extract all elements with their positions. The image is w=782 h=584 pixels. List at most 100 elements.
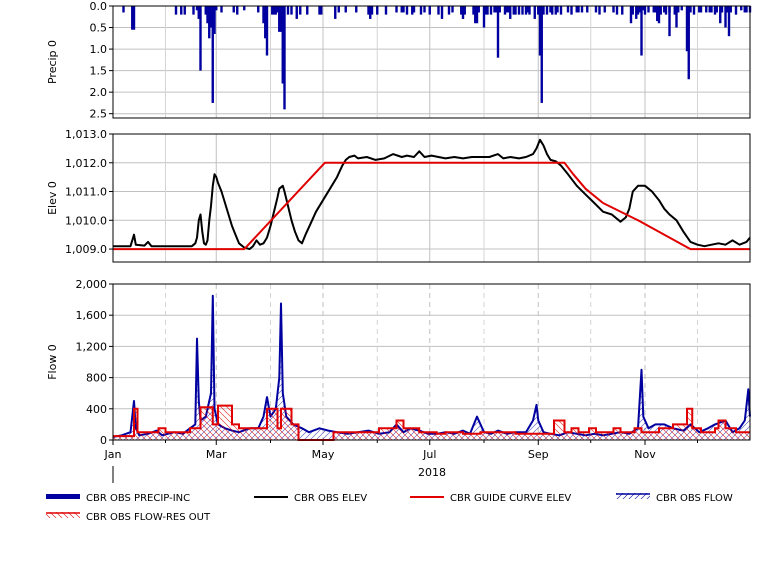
precip-bar <box>621 6 624 15</box>
precip-bar <box>419 6 423 15</box>
panel-flow: 0 400 800 1,200 1,600 2,000 Flow 0 <box>46 278 751 447</box>
precip-bar <box>192 6 195 15</box>
precip-bar <box>643 6 647 15</box>
precip-bar <box>412 6 416 13</box>
precip-bar <box>428 6 431 15</box>
y-tick-label: 1.0 <box>90 43 108 56</box>
precip-bar <box>743 6 746 13</box>
legend-swatch <box>46 494 80 499</box>
precip-bar <box>640 6 643 56</box>
precip-bar <box>687 6 690 80</box>
y-tick-label: 1,009.0 <box>65 243 107 256</box>
precip-bar <box>220 6 223 13</box>
precip-bar <box>122 6 125 13</box>
precip-bar <box>647 6 650 13</box>
precip-bar <box>295 6 298 19</box>
precip-bar <box>719 6 722 24</box>
x-tick-label: Jul <box>422 448 436 461</box>
precip-bar <box>580 6 584 13</box>
y-tick-label: 1,011.0 <box>65 186 107 199</box>
precip-bar <box>402 6 405 13</box>
x-tick-label: Nov <box>634 448 656 461</box>
y-tick-label: 400 <box>86 403 107 416</box>
precip-bar <box>299 6 302 15</box>
precip-bar <box>489 6 493 15</box>
precip-bar <box>498 6 501 13</box>
precip-bar <box>629 6 633 24</box>
precip-bar <box>440 6 444 19</box>
precip-bar <box>265 6 269 56</box>
y-tick-label: 1,013.0 <box>65 128 107 141</box>
legend-label: CBR OBS FLOW <box>656 493 733 504</box>
legend-label: CBR GUIDE CURVE ELEV <box>450 493 571 504</box>
y-tick-label: 2.5 <box>90 108 108 121</box>
precip-bar <box>575 6 578 13</box>
precip-bar <box>570 6 573 15</box>
precip-bar <box>549 6 552 13</box>
y-tick-label: 2,000 <box>76 278 108 291</box>
precip-bar <box>524 6 528 15</box>
precip-bar <box>290 6 293 15</box>
y-tick-label: 0.5 <box>90 22 108 35</box>
precip-bar <box>734 6 738 15</box>
x-tick-label: May <box>312 448 335 461</box>
precip-bar <box>451 6 454 13</box>
precip-bar <box>659 6 662 15</box>
precip-bar <box>243 6 246 11</box>
precip-bar <box>509 6 512 19</box>
y-tick-label: 0 <box>100 434 107 447</box>
precip-bar <box>603 6 606 13</box>
precip-bar <box>337 6 340 13</box>
precip-bar <box>334 6 337 19</box>
precip-bar <box>320 6 323 15</box>
precip-bar <box>715 6 718 13</box>
x-year-label: 2018 <box>418 466 446 479</box>
precip-bar <box>496 6 500 58</box>
precip-bar <box>594 6 598 13</box>
precip-bar <box>533 6 536 19</box>
legend-item: CBR GUIDE CURVE ELEV <box>410 493 571 504</box>
precip-bar <box>405 6 409 15</box>
precip-bar <box>376 6 379 15</box>
precip-bar <box>344 6 347 13</box>
precip-bar <box>355 6 358 13</box>
precip-bar <box>486 6 489 15</box>
x-tick-label: Mar <box>206 448 227 461</box>
legend-label: CBR OBS FLOW-RES OUT <box>86 512 211 523</box>
y-tick-label: 0.0 <box>90 0 108 13</box>
precip-bar <box>215 6 218 11</box>
precip-bar <box>586 6 589 13</box>
y-tick-label: 1,012.0 <box>65 157 107 170</box>
precip-bar <box>232 6 235 13</box>
y-tick-label: 1,200 <box>76 340 108 353</box>
y-axis-label-flow: Flow 0 <box>46 344 59 380</box>
x-tick-label: Sep <box>528 448 549 461</box>
precip-bar <box>598 6 601 15</box>
precip-bar <box>566 6 570 13</box>
legend-item: CBR OBS FLOW <box>616 493 733 504</box>
precip-bar <box>517 6 521 15</box>
precip-bar <box>505 6 508 13</box>
precip-bar <box>521 6 524 15</box>
precip-bar <box>477 6 480 13</box>
legend-item: CBR OBS FLOW-RES OUT <box>46 512 211 523</box>
precip-bar <box>698 6 701 13</box>
precip-bar <box>540 6 543 103</box>
precip-bar <box>183 6 186 15</box>
precip-bar <box>708 6 711 13</box>
precip-bar <box>474 6 477 24</box>
y-tick-label: 1.5 <box>90 65 108 78</box>
precip-bar <box>180 6 183 15</box>
precip-bar <box>132 6 136 30</box>
legend-item: CBR OBS ELEV <box>254 493 367 504</box>
legend-item: CBR OBS PRECIP-INC <box>46 493 190 504</box>
precip-bar <box>528 6 531 15</box>
precip-bar <box>283 6 286 110</box>
x-tick-label: Jan <box>104 448 122 461</box>
precip-bar <box>257 6 260 13</box>
chart-svg: 0.0 0.5 1.0 1.5 2.0 2.5 Precip 0 1,009.0 1,010.0… <box>46 0 752 523</box>
precip-bar <box>705 6 708 13</box>
y-tick-label: 1,010.0 <box>65 214 107 227</box>
precip-bar <box>384 6 388 15</box>
precip-bar <box>370 6 374 15</box>
